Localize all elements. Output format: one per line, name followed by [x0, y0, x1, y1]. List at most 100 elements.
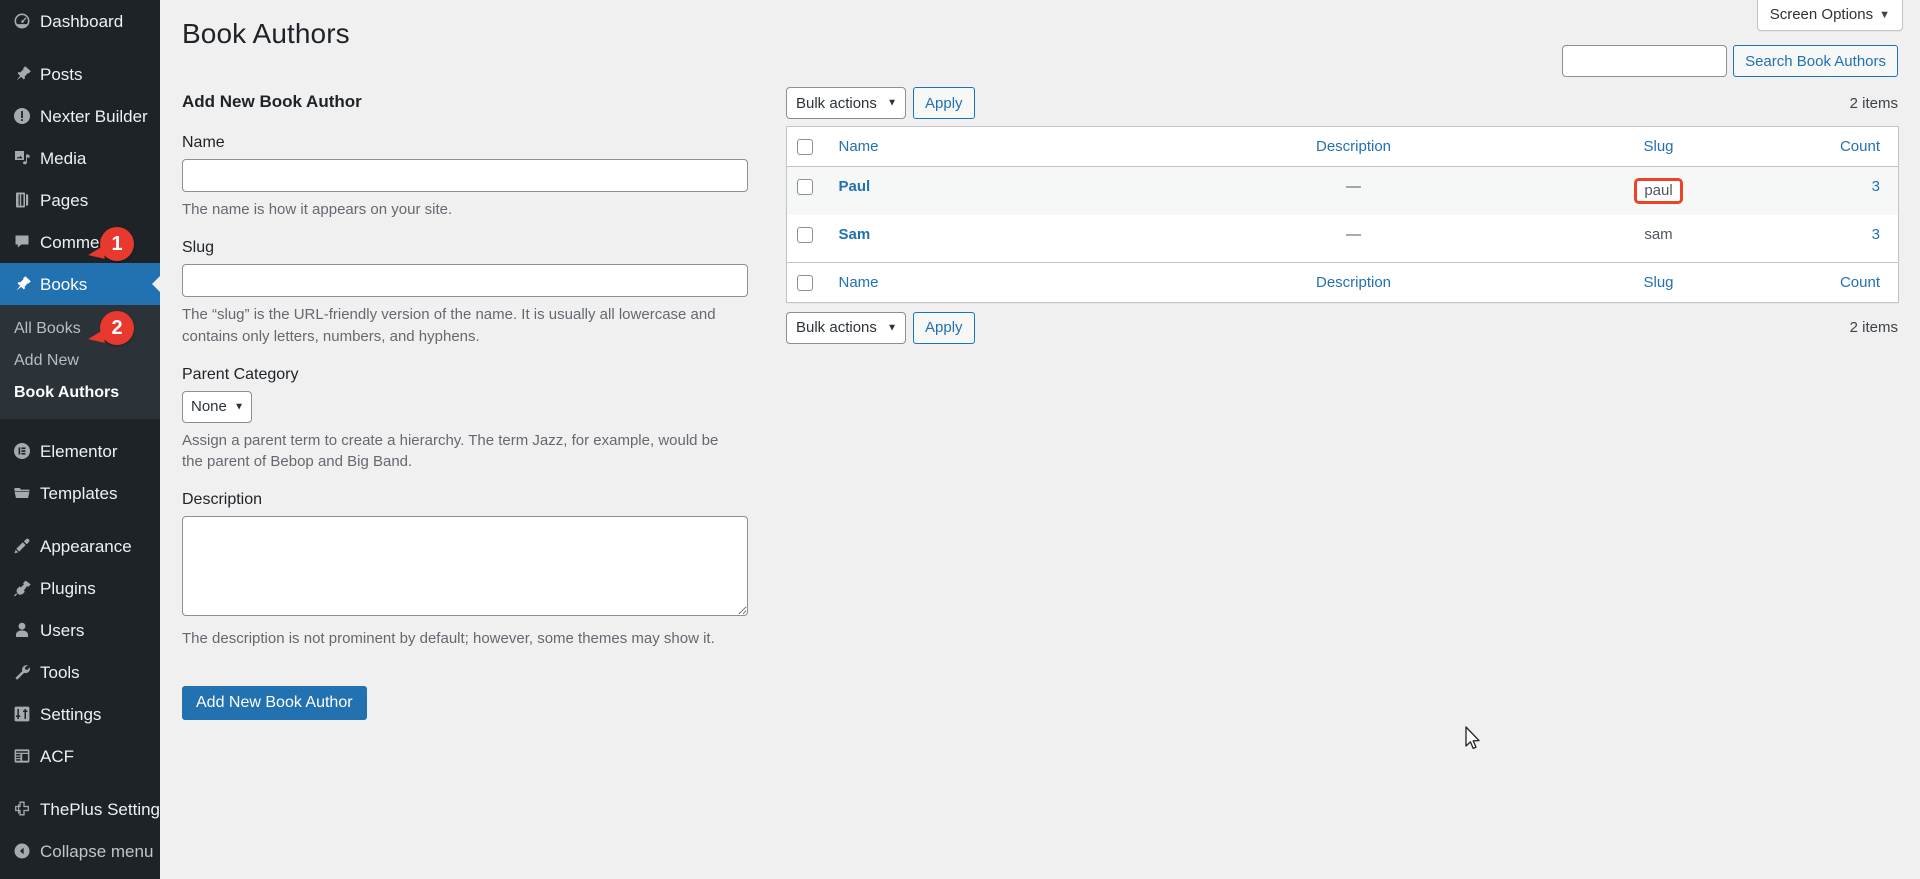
sidebar-item-label: Books — [40, 274, 88, 294]
add-new-term-form: Add New Book Author Name The name is how… — [182, 92, 782, 721]
sliders-icon — [12, 703, 38, 725]
column-header-name[interactable]: Name — [828, 126, 1189, 168]
screen-options-button[interactable]: Screen Options ▼ — [1756, 0, 1903, 31]
sidebar-item-label: Users — [40, 620, 85, 640]
sidebar-item-theplus-settings[interactable]: ThePlus Settings — [0, 788, 169, 830]
sidebar-item-tools[interactable]: Tools — [0, 651, 160, 693]
sidebar-separator — [0, 777, 160, 788]
search-submit-button[interactable]: Search Book Authors — [1733, 45, 1898, 77]
collapse-arrow-icon — [12, 840, 38, 862]
table-body: Paul — paul 3 Sam — sam 3 — [786, 166, 1899, 263]
table-footer-row: Name Description Slug Count — [786, 261, 1899, 303]
pin-icon — [12, 63, 38, 85]
sidebar-item-templates[interactable]: Templates — [0, 472, 160, 514]
search-input[interactable] — [1562, 45, 1728, 77]
admin-sidebar: Dashboard Posts Nexter Builder Media Pag… — [0, 0, 169, 879]
parent-category-label: Parent Category — [182, 365, 299, 383]
add-new-book-author-button[interactable]: Add New Book Author — [182, 685, 367, 721]
bulk-actions-select-top[interactable]: Bulk actions — [786, 87, 906, 119]
sidebar-item-label: Posts — [40, 64, 83, 84]
bulk-actions-select-bottom[interactable]: Bulk actions — [786, 311, 906, 344]
name-input[interactable] — [182, 159, 748, 192]
row-name-cell: Sam — [829, 215, 1189, 262]
screen-meta-links: Screen Options ▼ — [1756, 0, 1903, 31]
current-menu-arrow-icon — [152, 275, 161, 293]
annotation-badge-2: 2 — [100, 311, 134, 345]
parent-category-select[interactable]: None — [182, 390, 252, 423]
comment-icon — [12, 231, 38, 253]
parent-category-select-wrap: None ▼ — [182, 390, 252, 423]
sidebar-item-pages[interactable]: Pages — [0, 179, 160, 221]
table-header-row: Name Description Slug Count — [786, 126, 1899, 168]
column-footer-count[interactable]: Count — [1798, 261, 1899, 303]
select-all-checkbox-bottom[interactable] — [797, 274, 813, 291]
apply-button-bottom[interactable]: Apply — [913, 311, 975, 344]
items-count-bottom: 2 items — [1849, 319, 1898, 337]
dashboard-icon — [12, 10, 38, 32]
sidebar-item-appearance[interactable]: Appearance — [0, 525, 160, 567]
sidebar-item-label: Elementor — [40, 441, 118, 461]
table-row: Sam — sam 3 — [787, 215, 1899, 262]
column-header-count[interactable]: Count — [1798, 126, 1899, 168]
term-count-link[interactable]: 3 — [1872, 226, 1880, 243]
wordpress-admin-screen: Dashboard Posts Nexter Builder Media Pag… — [0, 0, 1920, 879]
term-name-link[interactable]: Paul — [839, 178, 871, 195]
row-checkbox[interactable] — [797, 227, 813, 244]
column-header-slug[interactable]: Slug — [1518, 126, 1799, 168]
row-slug-cell: sam — [1644, 226, 1673, 244]
sidebar-item-settings[interactable]: Settings — [0, 693, 160, 735]
collapse-menu-label: Collapse menu — [40, 841, 154, 861]
sidebar-item-books[interactable]: Books — [0, 263, 161, 305]
sidebar-item-users[interactable]: Users — [0, 609, 160, 651]
select-all-checkbox-top[interactable] — [797, 139, 813, 156]
wrench-icon — [12, 661, 38, 683]
sidebar-item-dashboard[interactable]: Dashboard — [0, 0, 160, 42]
form-heading: Add New Book Author — [182, 92, 362, 111]
slug-help-text: The “slug” is the URL-friendly version o… — [182, 306, 716, 345]
description-textarea[interactable] — [182, 516, 748, 617]
bulk-actions-select-wrap-top: Bulk actions ▼ — [786, 87, 906, 119]
term-count-link[interactable]: 3 — [1872, 178, 1880, 195]
sidebar-item-plugins[interactable]: Plugins — [0, 567, 160, 609]
row-select-cell — [787, 215, 829, 262]
table-foot: Name Description Slug Count — [786, 261, 1899, 303]
sidebar-subitem-add-new[interactable]: Add New — [0, 345, 160, 377]
slug-input[interactable] — [182, 264, 748, 298]
row-checkbox[interactable] — [797, 179, 813, 196]
row-count-cell: 3 — [1799, 167, 1899, 216]
user-icon — [12, 619, 38, 641]
sidebar-item-elementor[interactable]: Elementor — [0, 430, 160, 472]
sidebar-item-label: ACF — [40, 746, 74, 766]
column-footer-slug[interactable]: Slug — [1518, 261, 1799, 303]
column-header-description[interactable]: Description — [1188, 126, 1519, 168]
sidebar-item-label: Pages — [40, 190, 89, 210]
items-count-top: 2 items — [1849, 94, 1898, 112]
sidebar-item-label: Appearance — [40, 536, 132, 556]
sidebar-separator — [0, 514, 160, 525]
description-help-text: The description is not prominent by defa… — [182, 630, 715, 648]
table-head: Name Description Slug Count — [786, 126, 1899, 168]
column-footer-name[interactable]: Name — [828, 261, 1189, 303]
sidebar-item-posts[interactable]: Posts — [0, 53, 160, 95]
media-icon — [12, 147, 38, 169]
field-description: Description The description is not promi… — [182, 491, 782, 649]
sidebar-item-acf[interactable]: ACF — [0, 735, 160, 777]
sidebar-item-nexter-builder[interactable]: Nexter Builder — [0, 95, 160, 137]
description-label: Description — [182, 491, 263, 509]
apply-button-top[interactable]: Apply — [913, 87, 975, 119]
elementor-icon — [12, 440, 38, 462]
tablenav-bottom: Bulk actions ▼ Apply 2 items — [786, 311, 1898, 345]
row-name-cell: Paul — [829, 167, 1189, 216]
column-footer-description[interactable]: Description — [1188, 261, 1519, 303]
parent-category-help-text: Assign a parent term to create a hierarc… — [182, 431, 719, 471]
select-all-header — [786, 126, 829, 168]
collapse-menu-button[interactable]: Collapse menu — [0, 830, 160, 872]
sidebar-item-comments[interactable]: Comments — [0, 221, 160, 263]
page-icon — [12, 189, 38, 211]
sidebar-subitem-book-authors[interactable]: Book Authors — [0, 377, 160, 409]
sidebar-separator — [0, 42, 160, 53]
sidebar-item-media[interactable]: Media — [0, 137, 160, 179]
sidebar-subitem-all-books[interactable]: All Books — [0, 313, 160, 345]
term-name-link[interactable]: Sam — [839, 226, 871, 243]
field-parent-category: Parent Category None ▼ Assign a parent t… — [182, 366, 782, 473]
